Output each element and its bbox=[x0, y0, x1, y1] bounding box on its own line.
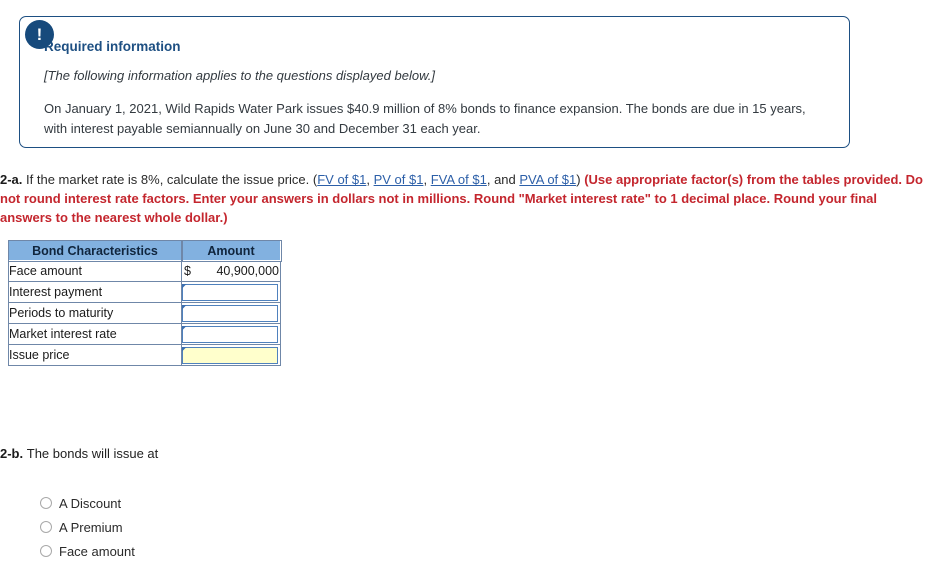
table-row: Interest payment bbox=[8, 281, 281, 303]
column-header-amount: Amount bbox=[180, 239, 282, 262]
link-fva-of-1[interactable]: FVA of $1 bbox=[431, 172, 487, 187]
option-label-face-amount: Face amount bbox=[59, 543, 135, 559]
option-face-amount[interactable]: Face amount bbox=[40, 539, 135, 563]
cell-interest-payment[interactable] bbox=[181, 281, 281, 303]
callout-italic-note: [The following information applies to th… bbox=[44, 68, 435, 83]
cell-periods-to-maturity[interactable] bbox=[181, 302, 281, 324]
link-fv-of-1[interactable]: FV of $1 bbox=[317, 172, 366, 187]
cell-market-interest-rate[interactable] bbox=[181, 323, 281, 345]
question-2b: 2-b. The bonds will issue at bbox=[0, 446, 158, 461]
callout-body-text: On January 1, 2021, Wild Rapids Water Pa… bbox=[44, 101, 806, 137]
question-2a-label: 2-a. bbox=[0, 172, 23, 187]
row-label-interest-payment: Interest payment bbox=[8, 281, 182, 303]
link-separator-2: , and bbox=[486, 172, 520, 187]
exclamation-icon: ! bbox=[25, 20, 54, 49]
table-header-row: Bond Characteristics Amount bbox=[7, 239, 282, 262]
face-amount-value: 40,900,000 bbox=[216, 264, 279, 278]
bond-characteristics-table: Bond Characteristics Amount Face amount … bbox=[7, 239, 282, 366]
required-information-callout: ! Required information [The following in… bbox=[19, 16, 850, 148]
input-market-interest-rate[interactable] bbox=[182, 325, 278, 343]
input-interest-payment[interactable] bbox=[182, 283, 278, 301]
row-label-periods-to-maturity: Periods to maturity bbox=[8, 302, 182, 324]
link-pva-of-1[interactable]: PVA of $1 bbox=[519, 172, 576, 187]
question-2b-options: A Discount A Premium Face amount bbox=[40, 491, 135, 563]
input-issue-price[interactable] bbox=[182, 346, 278, 364]
row-label-market-interest-rate: Market interest rate bbox=[8, 323, 182, 345]
option-a-premium[interactable]: A Premium bbox=[40, 515, 135, 539]
link-pv-of-1[interactable]: PV of $1 bbox=[374, 172, 424, 187]
column-header-bond-characteristics: Bond Characteristics bbox=[7, 239, 183, 262]
radio-icon[interactable] bbox=[40, 521, 52, 533]
question-2b-label: 2-b. bbox=[0, 446, 24, 461]
table-row: Periods to maturity bbox=[8, 302, 281, 324]
table-row: Issue price bbox=[8, 344, 281, 366]
radio-icon[interactable] bbox=[40, 545, 52, 557]
question-2a: 2-a. If the market rate is 8%, calculate… bbox=[0, 170, 925, 227]
input-periods-to-maturity[interactable] bbox=[182, 304, 278, 322]
table-row: Market interest rate bbox=[8, 323, 281, 345]
option-a-discount[interactable]: A Discount bbox=[40, 491, 135, 515]
callout-content: Required information [The following info… bbox=[20, 17, 849, 149]
radio-icon[interactable] bbox=[40, 497, 52, 509]
question-2b-text: The bonds will issue at bbox=[26, 446, 159, 461]
cell-issue-price[interactable] bbox=[181, 344, 281, 366]
currency-symbol: $ bbox=[184, 264, 191, 278]
row-label-face-amount: Face amount bbox=[8, 260, 182, 282]
link-separator-1: , bbox=[423, 172, 431, 187]
link-separator-0: , bbox=[366, 172, 374, 187]
required-information-title: Required information bbox=[44, 39, 181, 54]
cell-face-amount: $ 40,900,000 bbox=[181, 260, 281, 282]
option-label-a-premium: A Premium bbox=[59, 519, 123, 535]
option-label-a-discount: A Discount bbox=[59, 495, 122, 511]
question-2a-text: If the market rate is 8%, calculate the … bbox=[26, 172, 318, 187]
table-row: Face amount $ 40,900,000 bbox=[8, 260, 281, 282]
row-label-issue-price: Issue price bbox=[8, 344, 182, 366]
